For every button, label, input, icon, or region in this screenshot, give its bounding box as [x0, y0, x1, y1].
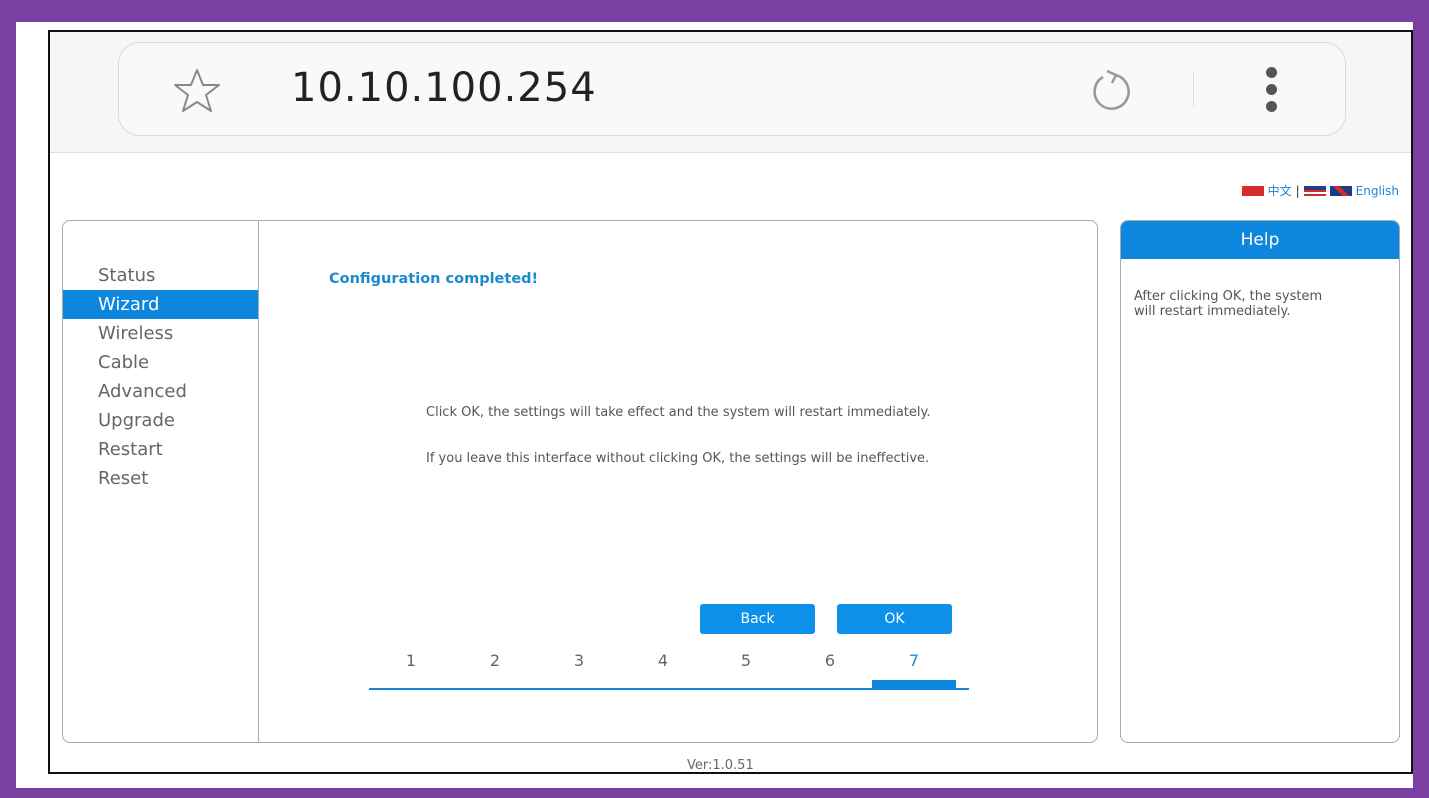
help-text: After clicking OK, the system will resta… [1134, 289, 1323, 319]
sidebar-item-cable[interactable]: Cable [63, 348, 272, 377]
step-6: 6 [824, 651, 836, 670]
back-button[interactable]: Back [700, 604, 815, 634]
sidebar: Status Wizard Wireless Cable Advanced Up… [62, 220, 272, 743]
more-menu-icon[interactable] [1257, 67, 1287, 113]
toolbar-divider [1193, 73, 1194, 107]
help-title: Help [1121, 221, 1399, 259]
sidebar-item-wizard[interactable]: Wizard [63, 290, 272, 319]
address-bar[interactable]: 10.10.100.254 [118, 42, 1346, 136]
sidebar-item-status[interactable]: Status [63, 261, 272, 290]
phone-screen: 10.10.100.254 中文 | English Status Wizard… [48, 30, 1413, 774]
step-2: 2 [489, 651, 501, 670]
sidebar-item-upgrade[interactable]: Upgrade [63, 406, 272, 435]
language-separator: | [1295, 183, 1300, 198]
sidebar-nav: Status Wizard Wireless Cable Advanced Up… [63, 261, 272, 493]
step-4: 4 [657, 651, 669, 670]
reload-icon[interactable] [1087, 67, 1135, 115]
sidebar-item-advanced[interactable]: Advanced [63, 377, 272, 406]
screenshot-frame: 10.10.100.254 中文 | English Status Wizard… [16, 22, 1413, 788]
star-icon[interactable] [171, 65, 223, 117]
language-switcher: 中文 | English [1241, 182, 1399, 199]
us-flag-icon[interactable] [1303, 185, 1326, 196]
sidebar-item-wireless[interactable]: Wireless [63, 319, 272, 348]
step-5: 5 [740, 651, 752, 670]
url-text[interactable]: 10.10.100.254 [291, 65, 597, 111]
restart-message: Click OK, the settings will take effect … [426, 405, 931, 420]
help-panel: Help After clicking OK, the system will … [1120, 220, 1400, 743]
sidebar-item-restart[interactable]: Restart [63, 435, 272, 464]
ok-button[interactable]: OK [837, 604, 952, 634]
page-title: Configuration completed! [329, 271, 539, 287]
step-3: 3 [573, 651, 585, 670]
browser-toolbar: 10.10.100.254 [50, 32, 1411, 153]
wizard-steps: 1 2 3 4 5 6 7 [369, 651, 974, 691]
sidebar-item-reset[interactable]: Reset [63, 464, 272, 493]
language-english-link[interactable]: English [1356, 184, 1399, 198]
warning-message: If you leave this interface without clic… [426, 451, 930, 466]
step-1: 1 [405, 651, 417, 670]
version-label: Ver:1.0.51 [687, 758, 754, 773]
uk-flag-icon[interactable] [1329, 185, 1352, 196]
language-chinese-link[interactable]: 中文 [1268, 182, 1292, 199]
china-flag-icon[interactable] [1241, 185, 1264, 196]
step-7: 7 [908, 651, 920, 670]
current-step-indicator [872, 680, 956, 690]
wizard-panel: Configuration completed! Click OK, the s… [258, 220, 1098, 743]
